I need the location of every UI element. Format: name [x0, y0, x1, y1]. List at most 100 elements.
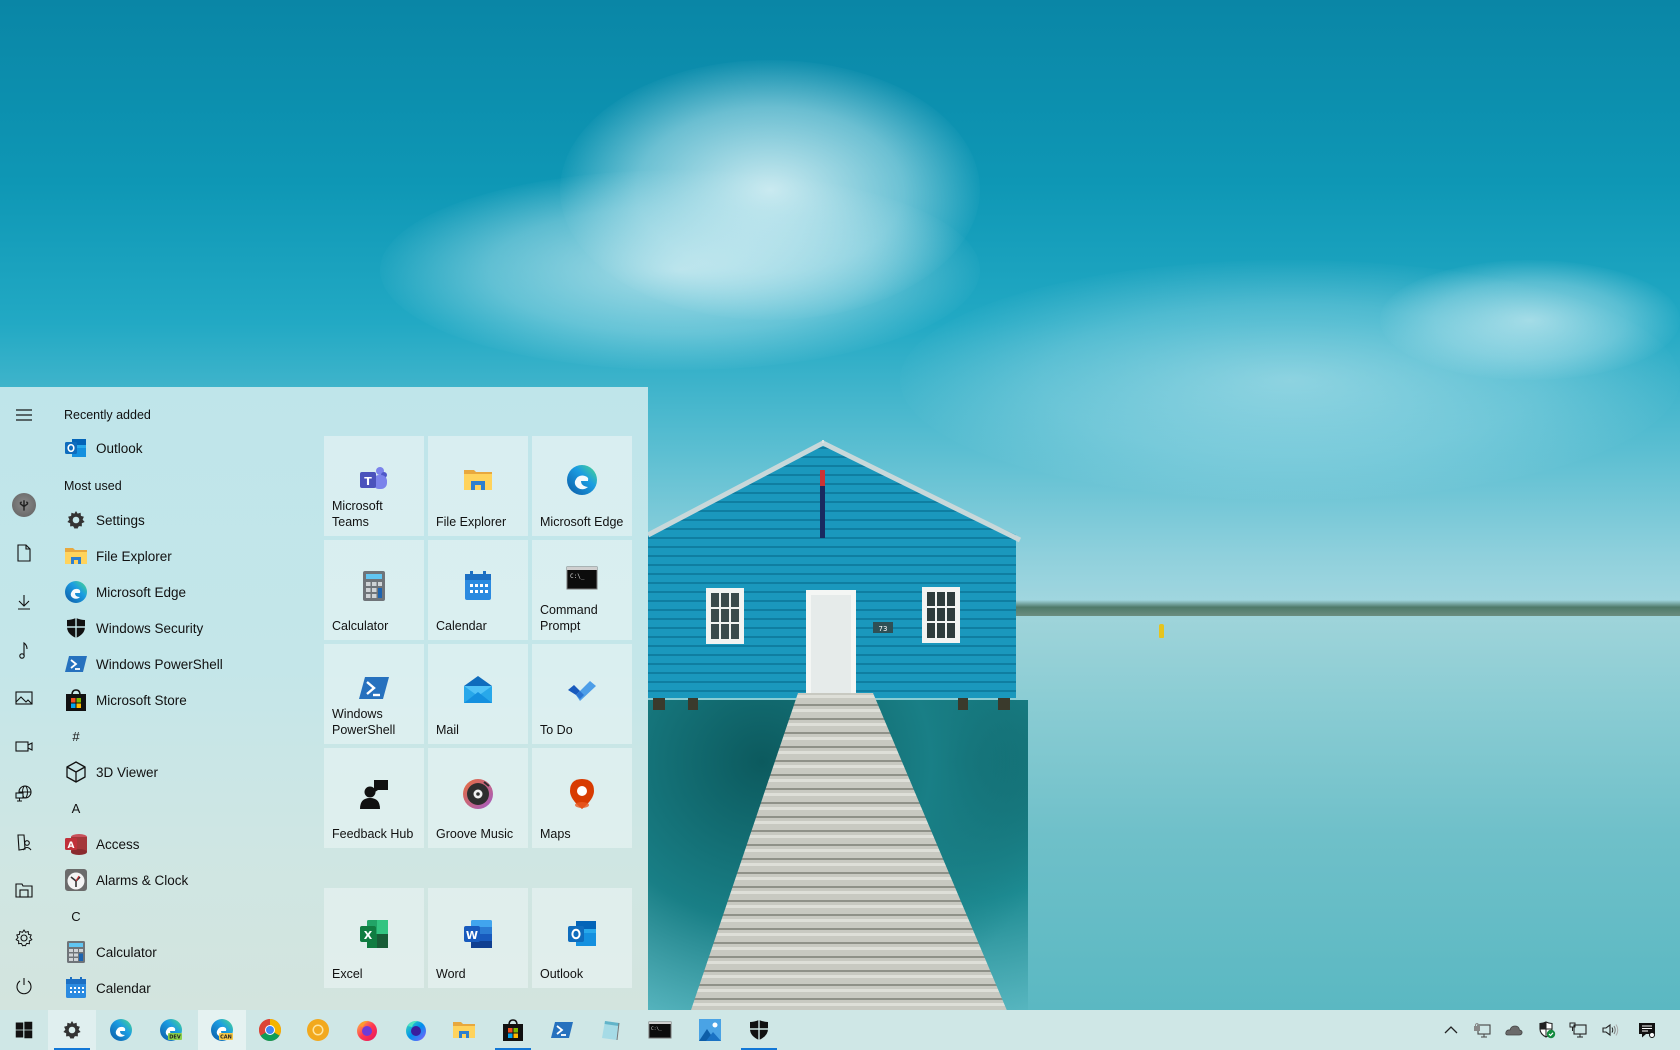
power-icon — [16, 978, 32, 995]
mail-icon — [462, 674, 494, 706]
list-item-outlook[interactable]: Outlook — [48, 430, 318, 466]
svg-text:C:\_: C:\_ — [570, 573, 585, 580]
tile-to-do[interactable]: To Do — [532, 644, 632, 744]
svg-text:CAN: CAN — [220, 1035, 232, 1041]
taskbar-command-prompt[interactable]: C:\_ — [636, 1010, 684, 1050]
videos-button[interactable] — [0, 722, 48, 770]
network-button[interactable] — [0, 770, 48, 818]
taskbar-edge-dev[interactable]: DEV — [147, 1010, 195, 1050]
taskbar-edge[interactable] — [97, 1010, 145, 1050]
powershell-icon — [551, 1022, 573, 1038]
account-button[interactable] — [0, 481, 48, 529]
tile-mail[interactable]: Mail — [428, 644, 528, 744]
tray-onedrive[interactable] — [1499, 1010, 1529, 1050]
svg-text:W: W — [466, 929, 478, 942]
tile-feedback-hub[interactable]: Feedback Hub — [324, 748, 424, 848]
list-item-settings[interactable]: Settings — [48, 502, 318, 538]
boat-house: 73 — [648, 440, 1022, 710]
word-icon: W — [462, 918, 494, 950]
svg-text:C:\_: C:\_ — [651, 1026, 662, 1032]
command-prompt-icon: C:\_ — [566, 562, 598, 594]
show-hidden-icons-button[interactable] — [1436, 1010, 1466, 1050]
tray-windows-security[interactable] — [1532, 1010, 1562, 1050]
command-prompt-icon: C:\_ — [648, 1021, 672, 1039]
taskbar: DEV CAN C:\_ — [0, 1010, 1680, 1050]
list-item-file-explorer[interactable]: File Explorer — [48, 538, 318, 574]
edge-dev-icon: DEV — [160, 1019, 182, 1041]
expand-button[interactable] — [0, 391, 48, 439]
tile-calculator[interactable]: Calculator — [324, 540, 424, 640]
firefox-icon — [357, 1020, 377, 1041]
list-item-calendar[interactable]: Calendar — [48, 970, 318, 1006]
tile-word[interactable]: W Word — [428, 888, 528, 988]
tile-windows-powershell[interactable]: Windows PowerShell — [324, 644, 424, 744]
taskbar-file-explorer[interactable] — [440, 1010, 488, 1050]
music-button[interactable] — [0, 626, 48, 674]
edge-icon — [566, 464, 598, 496]
chrome-icon — [259, 1019, 281, 1041]
tray-volume[interactable] — [1595, 1010, 1625, 1050]
calculator-icon — [358, 570, 390, 602]
outlook-icon — [64, 436, 88, 460]
tile-groove-music[interactable]: Groove Music — [428, 748, 528, 848]
downloads-button[interactable] — [0, 578, 48, 626]
tile-excel[interactable]: X Excel — [324, 888, 424, 988]
access-icon: A — [64, 832, 88, 856]
list-item-access[interactable]: A Access — [48, 826, 318, 862]
tile-calendar[interactable]: Calendar — [428, 540, 528, 640]
tray-network[interactable] — [1563, 1010, 1593, 1050]
taskbar-firefox[interactable] — [343, 1010, 391, 1050]
list-item-microsoft-store[interactable]: Microsoft Store — [48, 682, 318, 718]
download-icon — [18, 595, 30, 610]
list-item-3d-viewer[interactable]: 3D Viewer — [48, 754, 318, 790]
taskbar-edge-canary[interactable]: CAN — [198, 1010, 246, 1050]
powershell-icon — [64, 652, 88, 676]
settings-button[interactable] — [0, 914, 48, 962]
tile-file-explorer[interactable]: File Explorer — [428, 436, 528, 536]
documents-button[interactable] — [0, 529, 48, 577]
tile-outlook[interactable]: Outlook — [532, 888, 632, 988]
calendar-icon — [462, 570, 494, 602]
tray-vpn[interactable] — [1467, 1010, 1497, 1050]
taskbar-windows-security[interactable] — [735, 1010, 783, 1050]
list-item-alarms-clock[interactable]: Alarms & Clock — [48, 862, 318, 898]
tile-microsoft-teams[interactable]: T Microsoft Teams — [324, 436, 424, 536]
action-center-button[interactable] — [1632, 1010, 1662, 1050]
excel-icon: X — [358, 918, 390, 950]
calendar-icon — [64, 976, 88, 1000]
section-letter-hash[interactable]: # — [64, 727, 88, 747]
calculator-icon — [64, 940, 88, 964]
notification-icon — [1639, 1023, 1655, 1038]
tile-command-prompt[interactable]: C:\_ Command Prompt — [532, 540, 632, 640]
clock-icon — [64, 868, 88, 892]
tile-microsoft-edge[interactable]: Microsoft Edge — [532, 436, 632, 536]
file-explorer-button[interactable] — [0, 866, 48, 914]
feedback-hub-icon — [358, 778, 390, 810]
taskbar-powershell[interactable] — [538, 1010, 586, 1050]
taskbar-firefox-developer[interactable] — [392, 1010, 440, 1050]
taskbar-settings[interactable] — [48, 1010, 96, 1050]
section-letter-a[interactable]: A — [64, 799, 88, 819]
speaker-icon — [1602, 1023, 1619, 1037]
taskbar-notepad[interactable] — [587, 1010, 635, 1050]
taskbar-photos[interactable] — [686, 1010, 734, 1050]
start-button[interactable] — [0, 1010, 48, 1050]
taskbar-microsoft-store[interactable] — [489, 1010, 537, 1050]
shield-icon — [750, 1020, 768, 1040]
list-item-microsoft-edge[interactable]: Microsoft Edge — [48, 574, 318, 610]
outlook-icon — [566, 918, 598, 950]
music-note-icon — [19, 641, 28, 659]
firefox-dev-icon — [406, 1020, 426, 1041]
taskbar-chrome[interactable] — [246, 1010, 294, 1050]
list-item-calculator[interactable]: Calculator — [48, 934, 318, 970]
personal-folder-button[interactable] — [0, 818, 48, 866]
store-icon — [64, 688, 88, 712]
start-menu: Recently added Outlook Most used Setting… — [0, 387, 648, 1010]
pictures-button[interactable] — [0, 674, 48, 722]
section-letter-c[interactable]: C — [64, 907, 88, 927]
tile-maps[interactable]: Maps — [532, 748, 632, 848]
list-item-windows-powershell[interactable]: Windows PowerShell — [48, 646, 318, 682]
power-button[interactable] — [0, 962, 48, 1010]
list-item-windows-security[interactable]: Windows Security — [48, 610, 318, 646]
taskbar-chrome-canary[interactable] — [294, 1010, 342, 1050]
